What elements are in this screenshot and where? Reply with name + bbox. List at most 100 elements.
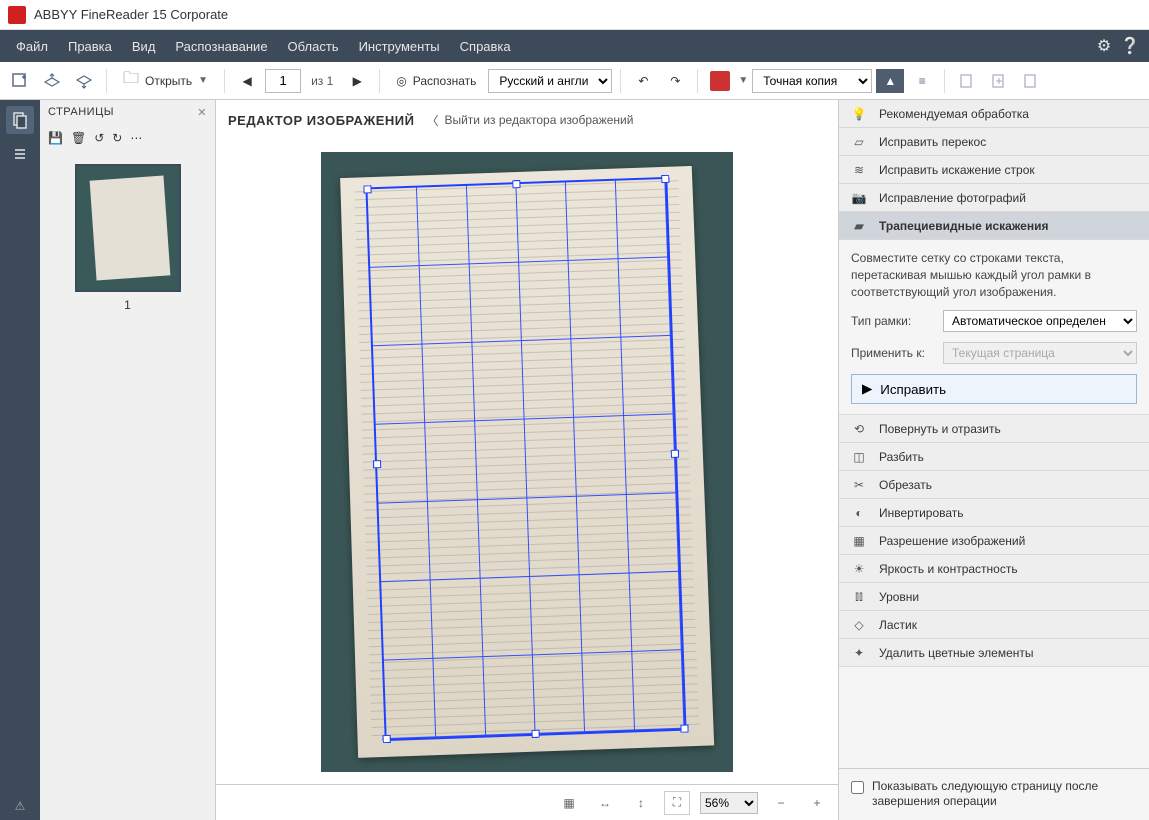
send-mail-button[interactable]: [1017, 67, 1045, 95]
prev-page-button[interactable]: ◀: [233, 67, 261, 95]
recognize-label: Распознать: [413, 74, 477, 88]
trapezoid-icon: ▰: [849, 216, 869, 236]
lightbulb-icon: 💡: [849, 104, 869, 124]
tool-photo-correction[interactable]: 📷 Исправление фотографий: [839, 184, 1149, 212]
tool-label: Разрешение изображений: [879, 534, 1025, 548]
grid-handle-tr[interactable]: [661, 175, 669, 183]
more-icon[interactable]: ⋯: [130, 131, 142, 145]
left-rail: ⚠: [0, 100, 40, 820]
menu-edit[interactable]: Правка: [58, 39, 122, 54]
frame-type-select[interactable]: Автоматическое определен: [943, 310, 1137, 332]
zoom-select[interactable]: 56%: [700, 792, 758, 814]
fit-screen-icon[interactable]: ⛶: [664, 791, 690, 815]
pages-title: СТРАНИЦЫ: [48, 106, 114, 118]
apply-to-select[interactable]: Текущая страница: [943, 342, 1137, 364]
tool-recommended[interactable]: 💡 Рекомендуемая обработка: [839, 100, 1149, 128]
rotate-left-icon[interactable]: ↺: [94, 131, 104, 145]
save-page-icon[interactable]: 💾: [48, 131, 63, 145]
main-toolbar: 🗀 Открыть ▼ ◀ из 1 ▶ ◎ Распознать Русски…: [0, 62, 1149, 100]
document-canvas[interactable]: [321, 152, 733, 772]
menu-file[interactable]: Файл: [6, 39, 58, 54]
tool-invert[interactable]: ◐ Инвертировать: [839, 499, 1149, 527]
thumbnail-view-icon[interactable]: ▦: [556, 791, 582, 815]
fit-width-icon[interactable]: ↔: [592, 791, 618, 815]
tool-crop[interactable]: ✂ Обрезать: [839, 471, 1149, 499]
tool-label: Удалить цветные элементы: [879, 646, 1034, 660]
tool-deskew[interactable]: ▱ Исправить перекос: [839, 128, 1149, 156]
target-icon: ◎: [396, 74, 406, 88]
language-select[interactable]: Русский и англи: [488, 69, 612, 93]
new-task-button[interactable]: [6, 67, 34, 95]
panel-footer: Показывать следующую страницу после заве…: [839, 768, 1149, 820]
tool-levels[interactable]: ⫾⫾ Уровни: [839, 583, 1149, 611]
rotate-icon: ⟲: [849, 419, 869, 439]
recognize-button[interactable]: ◎ Распознать: [388, 67, 484, 95]
view-text-button[interactable]: ≡: [908, 67, 936, 95]
close-pages-icon[interactable]: ✕: [197, 106, 207, 119]
view-image-button[interactable]: ▲: [876, 69, 904, 93]
tool-label: Яркость и контрастность: [879, 562, 1018, 576]
next-page-button[interactable]: ▶: [343, 67, 371, 95]
grid-handle-tl[interactable]: [363, 185, 371, 193]
grid-handle-mr[interactable]: [671, 450, 679, 458]
tools-panel: 💡 Рекомендуемая обработка ▱ Исправить пе…: [839, 100, 1149, 820]
tool-straighten-lines[interactable]: ≋ Исправить искажение строк: [839, 156, 1149, 184]
grid-handle-tm[interactable]: [512, 180, 520, 188]
chevron-down-icon[interactable]: ▼: [738, 75, 748, 86]
open-button[interactable]: 🗀 Открыть ▼: [115, 67, 216, 95]
tool-split[interactable]: ◫ Разбить: [839, 443, 1149, 471]
tool-rotate[interactable]: ⟲ Повернуть и отразить: [839, 415, 1149, 443]
delete-page-icon[interactable]: 🗑: [71, 131, 86, 145]
tool-label: Исправить искажение строк: [879, 163, 1035, 177]
grid-handle-br[interactable]: [680, 724, 688, 732]
tool-label: Уровни: [879, 590, 919, 604]
tool-trapezoid[interactable]: ▰ Трапециевидные искажения: [839, 212, 1149, 240]
pages-tab-icon[interactable]: [6, 106, 34, 134]
export-button[interactable]: [985, 67, 1013, 95]
grid-handle-ml[interactable]: [373, 460, 381, 468]
tool-brightness[interactable]: ☀ Яркость и контрастность: [839, 555, 1149, 583]
tool-label: Трапециевидные искажения: [879, 219, 1048, 233]
grid-handle-bl[interactable]: [383, 735, 391, 743]
fit-height-icon[interactable]: ↕: [628, 791, 654, 815]
warning-icon[interactable]: ⚠: [6, 792, 34, 820]
menu-help[interactable]: Справка: [450, 39, 521, 54]
mode-select[interactable]: Точная копия: [752, 69, 872, 93]
tool-label: Повернуть и отразить: [879, 422, 1001, 436]
trapezoid-grid[interactable]: [365, 177, 686, 741]
tool-eraser[interactable]: ◇ Ластик: [839, 611, 1149, 639]
tool-label: Исправить перекос: [879, 135, 986, 149]
zoom-out-icon[interactable]: −: [768, 791, 794, 815]
help-icon[interactable]: ❔: [1117, 33, 1143, 59]
invert-icon: ◐: [849, 503, 869, 523]
menu-view[interactable]: Вид: [122, 39, 166, 54]
rotate-right-icon[interactable]: ↻: [112, 131, 122, 145]
show-next-checkbox[interactable]: [851, 781, 864, 794]
editor-back-button[interactable]: 〈 Выйти из редактора изображений: [426, 112, 633, 129]
zoom-in-icon[interactable]: +: [804, 791, 830, 815]
undo-button[interactable]: ↶: [629, 67, 657, 95]
pdf-icon[interactable]: [706, 67, 734, 95]
menu-bar: Файл Правка Вид Распознавание Область Ин…: [0, 30, 1149, 62]
redo-button[interactable]: ↷: [661, 67, 689, 95]
page-number-input[interactable]: [265, 69, 301, 93]
menu-region[interactable]: Область: [278, 39, 349, 54]
grid-handle-bm[interactable]: [531, 730, 539, 738]
tool-remove-color[interactable]: ✦ Удалить цветные элементы: [839, 639, 1149, 667]
apply-button[interactable]: ▶ Исправить: [851, 374, 1137, 404]
crop-icon: ✂: [849, 475, 869, 495]
list-tab-icon[interactable]: [6, 140, 34, 168]
settings-icon[interactable]: ⚙: [1091, 33, 1117, 59]
frame-type-label: Тип рамки:: [851, 314, 935, 328]
page-thumbnail[interactable]: [75, 164, 181, 292]
send-button[interactable]: [953, 67, 981, 95]
apply-to-label: Применить к:: [851, 346, 935, 360]
layers-down-icon[interactable]: [70, 67, 98, 95]
layers-up-icon[interactable]: [38, 67, 66, 95]
tool-resolution[interactable]: ▦ Разрешение изображений: [839, 527, 1149, 555]
menu-recognize[interactable]: Распознавание: [165, 39, 277, 54]
resolution-icon: ▦: [849, 531, 869, 551]
menu-tools[interactable]: Инструменты: [349, 39, 450, 54]
play-icon: ▶: [862, 381, 872, 397]
split-icon: ◫: [849, 447, 869, 467]
